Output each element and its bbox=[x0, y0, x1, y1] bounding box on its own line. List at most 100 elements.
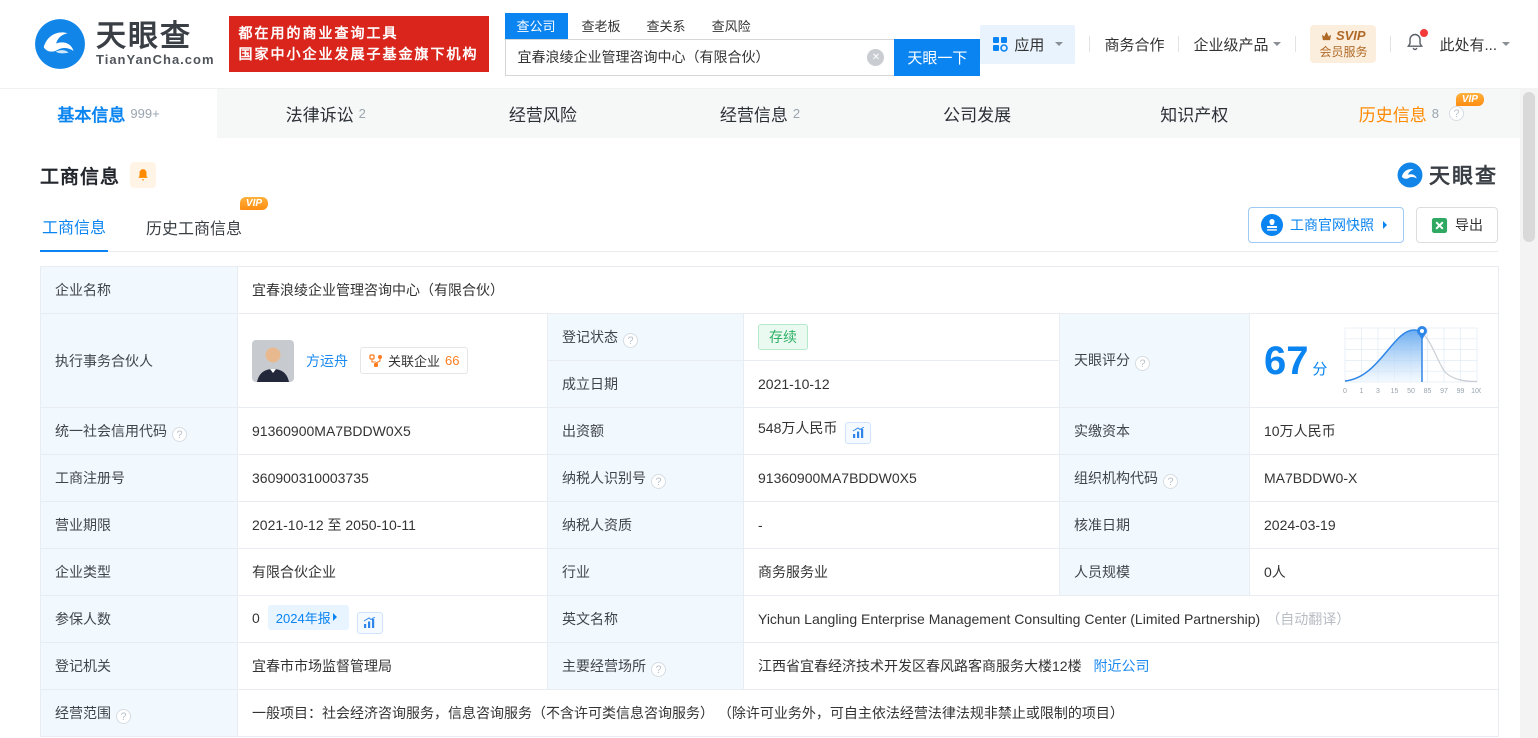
table-row-business-scope: 经营范围 一般项目：社会经济咨询服务，信息咨询服务（不含许可类信息咨询服务） （… bbox=[41, 690, 1499, 737]
axis-tick: 1 bbox=[1360, 388, 1364, 395]
help-icon[interactable] bbox=[1449, 106, 1464, 121]
annual-report-chip[interactable]: 2024年报 bbox=[268, 605, 349, 630]
svip-member-button[interactable]: SVIP 会员服务 bbox=[1310, 25, 1376, 63]
vip-badge: VIP bbox=[1456, 93, 1484, 106]
scrollbar-thumb[interactable] bbox=[1523, 92, 1535, 242]
paid-capital-value: 10万人民币 bbox=[1250, 408, 1499, 455]
table-row-business-term: 营业期限 2021-10-12 至 2050-10-11 纳税人资质 - 核准日… bbox=[41, 502, 1499, 549]
axis-tick: 97 bbox=[1441, 388, 1449, 395]
tab-legal-proceedings[interactable]: 法律诉讼 2 bbox=[217, 89, 434, 138]
company-type-value: 有限合伙企业 bbox=[238, 549, 548, 596]
bar-chart-icon bbox=[852, 427, 865, 439]
search-tab-boss[interactable]: 查老板 bbox=[570, 13, 633, 39]
tab-count: 8 bbox=[1432, 106, 1439, 121]
subtab-row: 工商信息 VIP 历史工商信息 工商官网快照 bbox=[40, 204, 1498, 252]
scrollbar-track[interactable] bbox=[1520, 88, 1538, 738]
establish-date-value: 2021-10-12 bbox=[744, 361, 1060, 408]
field-label: 参保人数 bbox=[41, 596, 238, 643]
field-label: 营业期限 bbox=[41, 502, 238, 549]
nav-enterprise-products[interactable]: 企业级产品 bbox=[1193, 34, 1281, 55]
help-icon[interactable] bbox=[1163, 474, 1178, 489]
axis-tick: 85 bbox=[1424, 388, 1432, 395]
axis-tick: 99 bbox=[1457, 388, 1465, 395]
avatar-photo bbox=[252, 340, 294, 382]
related-label: 关联企业 bbox=[388, 351, 440, 370]
partner-avatar[interactable] bbox=[252, 340, 294, 382]
label-text: 企业名称 bbox=[55, 282, 111, 298]
user-menu[interactable]: 此处有... bbox=[1439, 34, 1510, 55]
subtab-business-info[interactable]: 工商信息 bbox=[40, 204, 108, 252]
label-text: 纳税人资质 bbox=[562, 517, 632, 533]
score-number[interactable]: 67 分 bbox=[1264, 341, 1327, 381]
help-icon[interactable] bbox=[651, 662, 666, 677]
business-term-value: 2021-10-12 至 2050-10-11 bbox=[238, 502, 548, 549]
subscribe-bell-button[interactable] bbox=[130, 162, 156, 188]
business-place-value: 江西省宜春经济技术开发区春风路客商服务大楼12楼 附近公司 bbox=[744, 643, 1499, 690]
org-code-value: MA7BDDW0-X bbox=[1250, 455, 1499, 502]
table-row-company-name: 企业名称 宜春浪绫企业管理咨询中心（有限合伙） bbox=[41, 267, 1499, 314]
search-input[interactable] bbox=[505, 39, 895, 76]
help-icon[interactable] bbox=[1135, 356, 1150, 371]
field-label: 组织机构代码 bbox=[1060, 455, 1250, 502]
nav-business-cooperation[interactable]: 商务合作 bbox=[1104, 34, 1164, 55]
field-label: 执行事务合伙人 bbox=[41, 314, 238, 408]
insured-trend-icon[interactable] bbox=[357, 612, 383, 634]
clear-search-icon[interactable]: ✕ bbox=[867, 49, 884, 66]
tianyancha-logo[interactable]: 天眼查 TianYanCha.com bbox=[34, 18, 215, 70]
search-button[interactable]: 天眼一下 bbox=[894, 39, 980, 76]
field-label: 登记状态 bbox=[548, 314, 744, 361]
apps-grid-icon bbox=[992, 36, 1008, 52]
tab-label: 经营风险 bbox=[509, 101, 577, 126]
export-button[interactable]: 导出 bbox=[1416, 207, 1498, 243]
related-count: 66 bbox=[445, 353, 459, 368]
tab-label: 公司发展 bbox=[943, 101, 1011, 126]
tab-company-development[interactable]: 公司发展 bbox=[869, 89, 1086, 138]
english-name-value: Yichun Langling Enterprise Management Co… bbox=[744, 596, 1499, 643]
related-companies-badge[interactable]: 关联企业 66 bbox=[360, 347, 468, 374]
partner-value: 方运舟 关联企业 66 bbox=[238, 314, 548, 408]
business-info-section: 工商信息 天眼查 工商信息 VIP 历史工商信息 bbox=[0, 138, 1538, 737]
search-tabs: 查公司 查老板 查关系 查风险 bbox=[505, 13, 981, 39]
axis-tick: 100 bbox=[1472, 388, 1482, 395]
search-tab-company[interactable]: 查公司 bbox=[505, 13, 568, 39]
tab-basic-info[interactable]: 基本信息 999+ bbox=[0, 89, 217, 138]
help-icon[interactable] bbox=[116, 709, 131, 724]
capital-trend-icon[interactable] bbox=[845, 422, 871, 444]
search-tab-relation[interactable]: 查关系 bbox=[635, 13, 698, 39]
tab-operating-risk[interactable]: 经营风险 bbox=[434, 89, 651, 138]
label-text: 实缴资本 bbox=[1074, 423, 1130, 439]
crown-icon bbox=[1321, 31, 1332, 41]
tab-label: 基本信息 bbox=[57, 101, 125, 126]
export-label: 导出 bbox=[1455, 215, 1483, 235]
notification-bell[interactable] bbox=[1405, 32, 1425, 56]
chevron-down-icon bbox=[1502, 42, 1510, 50]
insured-number: 0 bbox=[252, 610, 260, 626]
axis-tick: 50 bbox=[1408, 388, 1416, 395]
divider bbox=[1295, 36, 1296, 52]
chevron-down-icon bbox=[1055, 42, 1063, 50]
label-text: 统一社会信用代码 bbox=[55, 423, 167, 439]
help-icon[interactable] bbox=[172, 427, 187, 442]
help-icon[interactable] bbox=[651, 474, 666, 489]
nearby-companies-link[interactable]: 附近公司 bbox=[1093, 658, 1149, 674]
partner-name-link[interactable]: 方运舟 bbox=[306, 351, 348, 371]
tab-history-info[interactable]: VIP 历史信息 8 bbox=[1303, 89, 1520, 138]
header-nav: 应用 商务合作 企业级产品 SVIP 会员服务 bbox=[980, 25, 1510, 64]
chevron-down-icon bbox=[1273, 42, 1281, 50]
search-tab-risk[interactable]: 查风险 bbox=[700, 13, 763, 39]
label-text: 登记状态 bbox=[562, 329, 618, 345]
table-row-company-type: 企业类型 有限合伙企业 行业 商务服务业 人员规模 0人 bbox=[41, 549, 1499, 596]
apps-menu[interactable]: 应用 bbox=[980, 25, 1075, 64]
subtab-history-business-info[interactable]: VIP 历史工商信息 bbox=[144, 205, 244, 251]
table-row-reg-number: 工商注册号 360900310003735 纳税人识别号 91360900MA7… bbox=[41, 455, 1499, 502]
tab-operating-info[interactable]: 经营信息 2 bbox=[651, 89, 868, 138]
vip-badge: VIP bbox=[240, 197, 268, 210]
tab-label: 法律诉讼 bbox=[286, 101, 354, 126]
tab-intellectual-property[interactable]: 知识产权 bbox=[1086, 89, 1303, 138]
brand-name: 天眼查 bbox=[96, 22, 215, 52]
official-snapshot-button[interactable]: 工商官网快照 bbox=[1248, 207, 1404, 243]
label-text: 天眼评分 bbox=[1074, 352, 1130, 368]
label-text: 执行事务合伙人 bbox=[55, 353, 153, 369]
stamp-icon bbox=[1261, 214, 1283, 236]
help-icon[interactable] bbox=[623, 333, 638, 348]
